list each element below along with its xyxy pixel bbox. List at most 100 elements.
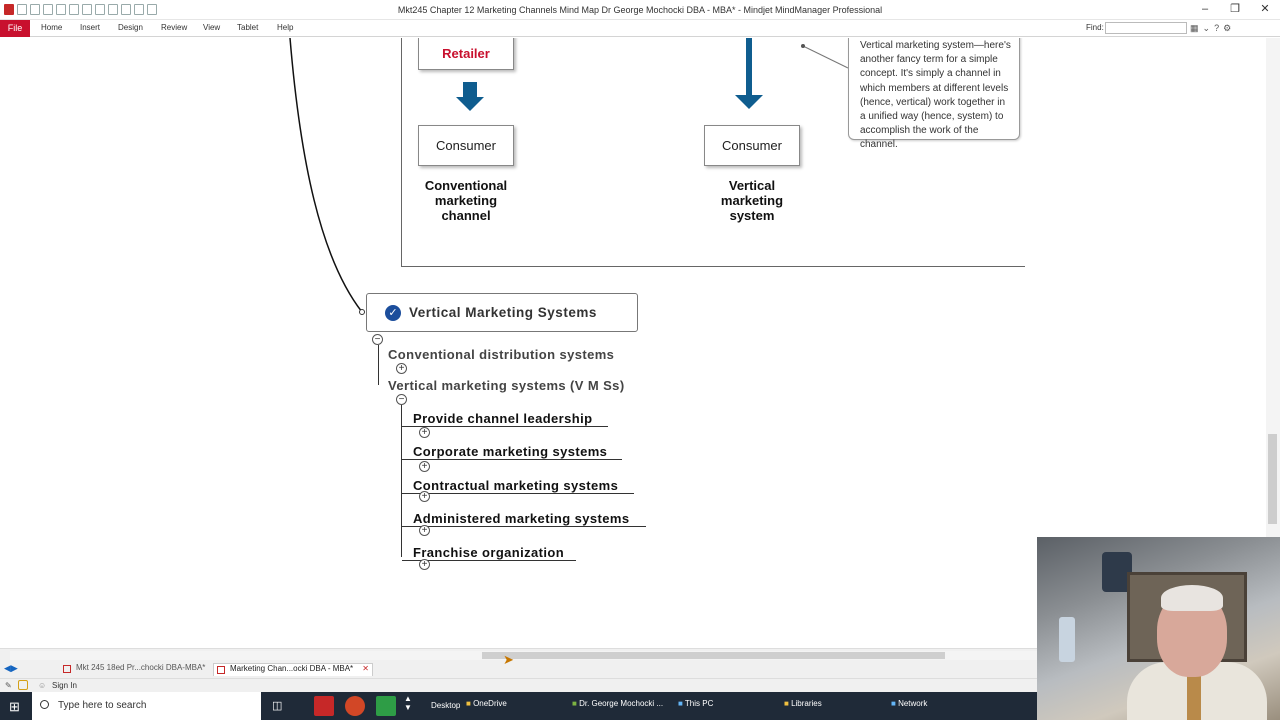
taskbar-item-user-folder[interactable]: ■ Dr. George Mochocki ... bbox=[572, 692, 663, 720]
topic-provide-channel-leadership[interactable]: Provide channel leadership bbox=[413, 411, 592, 426]
collapse-ribbon-icon[interactable]: ⌄ bbox=[1203, 23, 1215, 33]
caption-line: Vertical bbox=[728, 178, 776, 193]
callout-line: Vertical marketing system—here's bbox=[860, 40, 1011, 51]
retailer-box: Retailer bbox=[418, 38, 514, 70]
restore-icon[interactable]: ❐ bbox=[1220, 0, 1250, 20]
callout-line: a unified way (hence, system) to bbox=[860, 111, 1004, 123]
taskbar-item-label: OneDrive bbox=[473, 699, 507, 708]
topic-underline bbox=[402, 459, 622, 460]
topic-underline bbox=[402, 526, 646, 527]
expand-icon[interactable]: + bbox=[396, 363, 407, 374]
document-tabs: ◀▶ Mkt 245 18ed Pr...chocki DBA-MBA* Mar… bbox=[0, 662, 1040, 677]
taskbar-item-label: Network bbox=[898, 699, 928, 708]
ribbon-right-icons: ▦⌄?⚙ bbox=[1190, 23, 1235, 34]
arrow-shaft-right bbox=[746, 38, 752, 97]
taskbar-scroll-icon[interactable]: ▲ ▼ bbox=[404, 694, 412, 712]
pencil-icon[interactable]: ✎ bbox=[5, 681, 12, 690]
topic-underline bbox=[402, 426, 608, 427]
document-icon bbox=[63, 665, 71, 673]
branch-line bbox=[401, 405, 402, 557]
topic-contractual-marketing[interactable]: Contractual marketing systems bbox=[413, 478, 618, 493]
close-icon[interactable]: ✕ bbox=[1250, 0, 1280, 20]
minimize-icon[interactable]: – bbox=[1190, 0, 1220, 20]
webcam-bottle bbox=[1059, 617, 1075, 662]
caption-line: marketing bbox=[434, 193, 498, 208]
taskbar-item-libraries[interactable]: ■ Libraries bbox=[784, 692, 822, 720]
collapse-vms-icon[interactable]: − bbox=[396, 394, 407, 405]
help-icon[interactable]: ? bbox=[1214, 23, 1223, 33]
definition-callout: Vertical marketing system—here's another… bbox=[848, 38, 1020, 150]
tab-help[interactable]: Help bbox=[277, 23, 293, 32]
windows-start-icon[interactable]: ⊞ bbox=[9, 699, 20, 715]
caption-conventional: Conventional marketing channel bbox=[406, 178, 526, 223]
taskbar-item-onedrive[interactable]: ■ OneDrive bbox=[466, 692, 507, 720]
horizontal-scrollbar[interactable] bbox=[10, 651, 1040, 660]
expand-icon[interactable]: + bbox=[419, 461, 430, 472]
caption-vertical: Vertical marketing system bbox=[692, 178, 812, 223]
tab-review[interactable]: Review bbox=[161, 23, 187, 32]
scrollbar-thumb[interactable] bbox=[1268, 434, 1277, 524]
sign-in-link[interactable]: Sign In bbox=[52, 681, 77, 690]
tab-tablet[interactable]: Tablet bbox=[237, 23, 258, 32]
doc-tab-inactive[interactable]: Mkt 245 18ed Pr...chocki DBA-MBA* bbox=[60, 663, 210, 676]
expand-icon[interactable]: + bbox=[419, 525, 430, 536]
topic-corporate-marketing[interactable]: Corporate marketing systems bbox=[413, 444, 607, 459]
close-tab-icon[interactable]: ✕ bbox=[362, 664, 369, 673]
powerpoint-taskbar-icon[interactable] bbox=[345, 696, 365, 716]
view-options-icon[interactable]: ▦ bbox=[1190, 23, 1203, 33]
taskbar-search[interactable]: Type here to search bbox=[32, 692, 261, 720]
expand-icon[interactable]: + bbox=[419, 427, 430, 438]
topic-conventional-distribution[interactable]: Conventional distribution systems bbox=[388, 347, 614, 362]
document-icon bbox=[217, 666, 225, 674]
task-complete-icon: ✓ bbox=[385, 305, 401, 321]
tab-home[interactable]: Home bbox=[41, 23, 62, 32]
desktop-toolbar[interactable]: Desktop bbox=[431, 692, 460, 720]
camtasia-taskbar-icon[interactable] bbox=[376, 696, 396, 716]
topic-label: Vertical Marketing Systems bbox=[409, 305, 597, 320]
expand-icon[interactable]: + bbox=[419, 491, 430, 502]
settings-icon[interactable]: ⚙ bbox=[1223, 23, 1235, 33]
caption-line: Conventional bbox=[424, 178, 508, 193]
parent-connector bbox=[289, 38, 363, 313]
network-icon: ■ bbox=[891, 699, 899, 708]
doc-tab-label: Marketing Chan...ocki DBA - MBA* bbox=[230, 664, 354, 673]
doc-tab-label: Mkt 245 18ed Pr...chocki DBA-MBA* bbox=[76, 663, 206, 672]
search-placeholder: Type here to search bbox=[58, 700, 147, 711]
tab-insert[interactable]: Insert bbox=[80, 23, 100, 32]
topic-vms[interactable]: Vertical marketing systems (V M Ss) bbox=[388, 378, 625, 393]
title-bar: Mkt245 Chapter 12 Marketing Channels Min… bbox=[0, 0, 1280, 20]
topic-underline bbox=[402, 493, 634, 494]
taskbar-item-label: Dr. George Mochocki ... bbox=[579, 699, 664, 708]
topic-administered-marketing[interactable]: Administered marketing systems bbox=[413, 511, 629, 526]
taskbar-item-label: Libraries bbox=[791, 699, 822, 708]
scrollbar-thumb[interactable] bbox=[482, 652, 945, 659]
down-arrow-left-icon bbox=[456, 97, 484, 111]
find-label: Find: bbox=[1086, 23, 1104, 32]
window-controls: – ❐ ✕ bbox=[1190, 0, 1280, 20]
mouse-cursor-icon: ➤ bbox=[503, 652, 514, 667]
tab-file[interactable]: File bbox=[0, 20, 30, 37]
user-icon: ☺ bbox=[38, 681, 47, 690]
tab-design[interactable]: Design bbox=[118, 23, 143, 32]
callout-line: concept. It's simply a channel in bbox=[860, 68, 1001, 80]
caption-line: channel bbox=[441, 208, 491, 223]
search-icon bbox=[40, 700, 49, 709]
branch-line bbox=[378, 345, 379, 385]
collapse-root-icon[interactable]: − bbox=[372, 334, 383, 345]
taskbar-item-this-pc[interactable]: ■ This PC bbox=[678, 692, 713, 720]
caption-line: system bbox=[729, 208, 775, 223]
tab-view[interactable]: View bbox=[203, 23, 220, 32]
folder-icon: ■ bbox=[466, 699, 474, 708]
notes-icon[interactable] bbox=[18, 680, 28, 690]
topic-franchise-organization[interactable]: Franchise organization bbox=[413, 545, 564, 560]
topic-vertical-marketing-systems[interactable]: ✓ Vertical Marketing Systems bbox=[366, 293, 638, 332]
taskbar-item-network[interactable]: ■ Network bbox=[891, 692, 927, 720]
find-input[interactable] bbox=[1105, 22, 1187, 34]
user-folder-icon: ■ bbox=[572, 699, 580, 708]
mindmanager-taskbar-icon[interactable] bbox=[314, 696, 334, 716]
callout-line: (hence, vertical) work together in bbox=[860, 96, 1006, 108]
tab-scroll-arrows-icon[interactable]: ◀▶ bbox=[4, 663, 18, 674]
expand-icon[interactable]: + bbox=[419, 559, 430, 570]
doc-tab-active[interactable]: Marketing Chan...ocki DBA - MBA* ✕ bbox=[213, 663, 373, 676]
task-view-icon[interactable]: ◫ bbox=[272, 699, 282, 712]
